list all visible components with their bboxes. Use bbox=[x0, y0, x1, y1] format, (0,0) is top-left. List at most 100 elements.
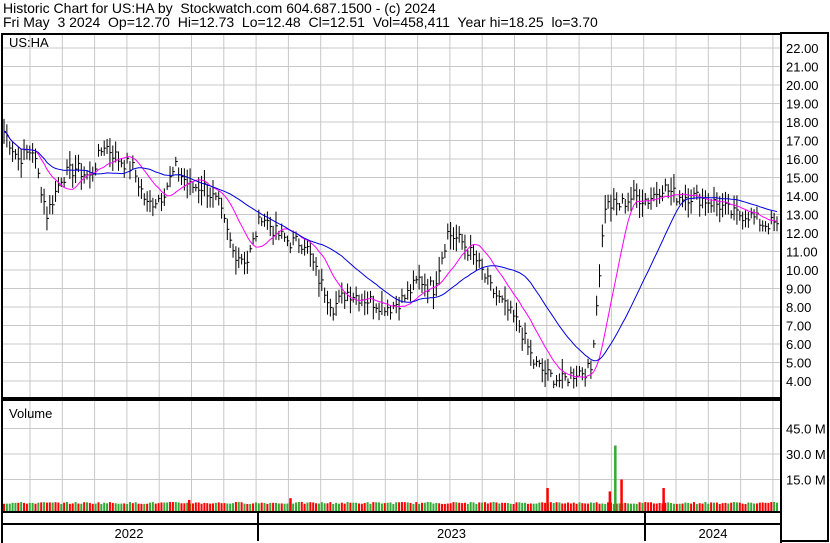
chart-svg: US:HA Volume 22.00 21.00 20.00 19.00 18.00 17… bbox=[1, 32, 829, 543]
volume-bar bbox=[478, 502, 481, 511]
volume-bar bbox=[504, 502, 507, 511]
volume-bar bbox=[744, 503, 747, 511]
volume-bar bbox=[3, 503, 5, 511]
volume-bar bbox=[317, 503, 320, 511]
volume-bar bbox=[526, 503, 529, 511]
volume-bar bbox=[486, 503, 489, 511]
volume-bar bbox=[724, 502, 727, 511]
volume-bar bbox=[177, 502, 180, 511]
volume-bar bbox=[323, 503, 326, 511]
volume-bar bbox=[243, 503, 246, 511]
volume-bar bbox=[108, 502, 111, 511]
volume-bar bbox=[386, 502, 389, 511]
volume-bar bbox=[117, 503, 120, 511]
volume-bar bbox=[403, 502, 406, 511]
volume-bar bbox=[501, 502, 504, 511]
volume-bar bbox=[126, 503, 129, 511]
volume-bar bbox=[604, 503, 607, 511]
price-tick-label: 15.00 bbox=[786, 171, 819, 186]
volume-bar bbox=[183, 503, 186, 511]
volume-bar bbox=[286, 503, 289, 511]
volume-bar bbox=[292, 503, 295, 511]
volume-bar bbox=[678, 503, 681, 511]
volume-bar bbox=[346, 502, 349, 511]
volume-bar bbox=[400, 502, 403, 511]
price-tick-label: 5.00 bbox=[786, 356, 811, 371]
volume-bar bbox=[521, 503, 524, 511]
volume-bar bbox=[506, 503, 509, 511]
volume-bar bbox=[753, 503, 756, 511]
volume-bar bbox=[63, 502, 66, 511]
volume-bar bbox=[372, 502, 375, 511]
volume-bar bbox=[378, 502, 381, 511]
volume-bar bbox=[297, 501, 300, 511]
volume-bar bbox=[160, 502, 163, 511]
volume-bar bbox=[329, 502, 332, 511]
volume-bar bbox=[77, 503, 80, 511]
price-tick-label: 9.00 bbox=[786, 282, 811, 297]
volume-bar bbox=[638, 502, 641, 511]
volume-bar bbox=[429, 502, 432, 511]
volume-bar bbox=[670, 502, 673, 511]
volume-bar bbox=[200, 503, 203, 511]
volume-bar bbox=[14, 502, 17, 511]
volume-bar bbox=[237, 502, 240, 511]
panel-frame bbox=[1, 33, 782, 399]
volume-bar bbox=[214, 502, 217, 511]
volume-bar bbox=[483, 502, 486, 511]
volume-bar bbox=[166, 502, 169, 511]
price-tick-label: 22.00 bbox=[786, 41, 819, 56]
volume-bar bbox=[163, 502, 166, 511]
volume-bar bbox=[295, 502, 298, 511]
volume-bar bbox=[509, 503, 512, 511]
volume-bar bbox=[60, 503, 63, 511]
volume-bar bbox=[171, 502, 174, 511]
volume-bar bbox=[567, 502, 570, 511]
volume-bar bbox=[71, 503, 74, 511]
volume-bar bbox=[466, 503, 469, 511]
volume-bar bbox=[529, 503, 532, 511]
price-tick-label: 11.00 bbox=[786, 245, 818, 260]
price-tick-label: 16.00 bbox=[786, 152, 819, 167]
volume-bar bbox=[578, 502, 581, 511]
panel-frame bbox=[1, 511, 782, 525]
volume-bar bbox=[418, 503, 421, 511]
volume-bar bbox=[415, 502, 418, 511]
volume-bar bbox=[68, 503, 71, 511]
volume-bar bbox=[412, 503, 415, 511]
volume-bar bbox=[57, 502, 60, 511]
volume-bar bbox=[217, 502, 220, 511]
volume-bar bbox=[352, 502, 355, 511]
volume-bar bbox=[572, 502, 575, 511]
volume-bar bbox=[735, 502, 738, 511]
volume-bar bbox=[358, 503, 361, 511]
volume-bar bbox=[206, 503, 209, 511]
volume-bar bbox=[652, 503, 655, 511]
price-tick-label: 20.00 bbox=[786, 78, 819, 93]
volume-bar bbox=[8, 503, 11, 511]
price-tick-label: 13.00 bbox=[786, 208, 819, 223]
volume-bar bbox=[449, 503, 452, 511]
volume-bar bbox=[97, 502, 100, 511]
volume-bar bbox=[561, 503, 564, 511]
volume-bar bbox=[191, 503, 194, 511]
volume-bar bbox=[701, 503, 704, 511]
volume-bar bbox=[627, 503, 630, 511]
volume-bar bbox=[174, 502, 177, 511]
volume-bar bbox=[564, 503, 567, 511]
volume-bar bbox=[220, 503, 223, 511]
volume-bar bbox=[249, 503, 252, 511]
volume-bar bbox=[131, 503, 134, 511]
volume-bar bbox=[229, 503, 232, 511]
volume-bar bbox=[143, 503, 146, 511]
volume-bar bbox=[423, 502, 426, 511]
price-tick-label: 17.00 bbox=[786, 134, 819, 149]
volume-bar bbox=[758, 502, 761, 511]
volume-bar bbox=[186, 502, 189, 511]
volume-bar bbox=[535, 503, 538, 511]
volume-bar bbox=[452, 502, 455, 511]
symbol-label: US:HA bbox=[9, 35, 49, 50]
volume-bar bbox=[687, 502, 690, 511]
volume-bar bbox=[432, 503, 435, 511]
volume-bar bbox=[11, 502, 14, 511]
